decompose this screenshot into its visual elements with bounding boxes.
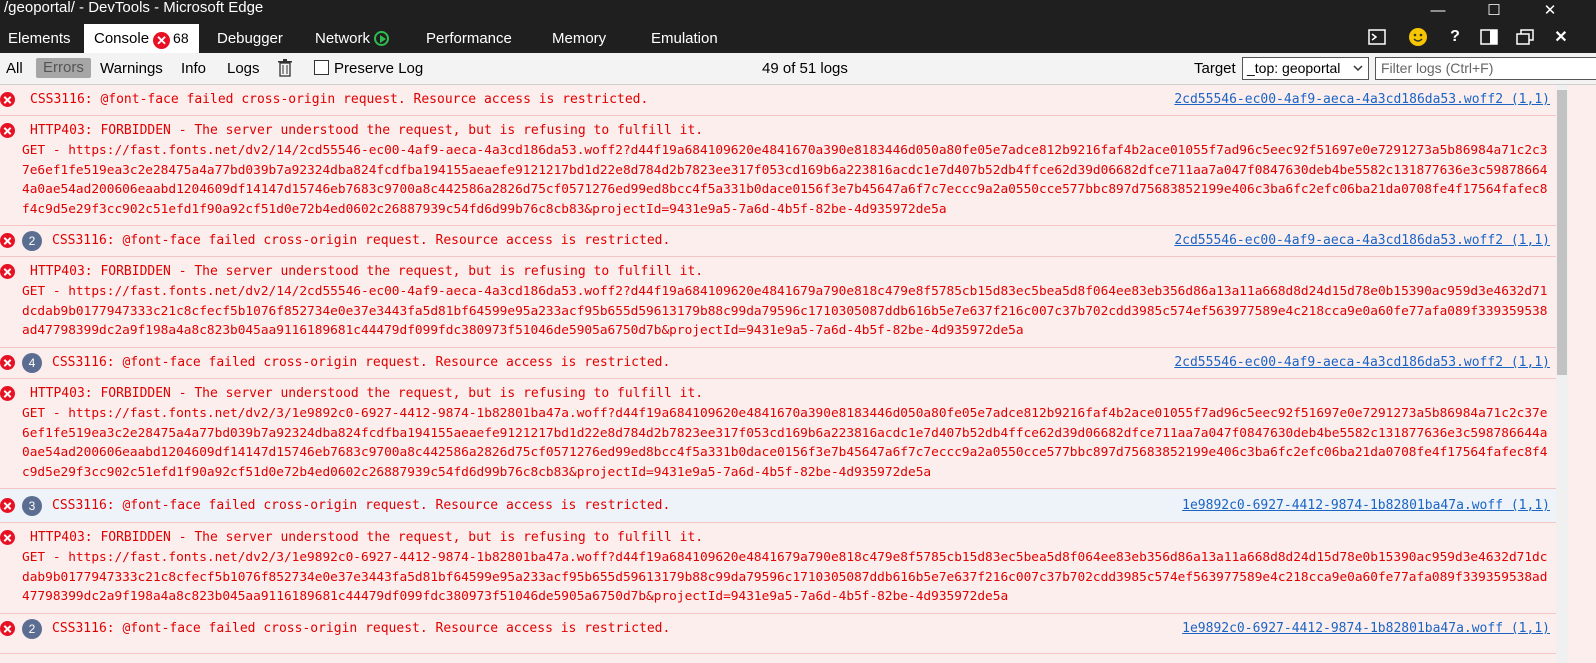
- log-entry: 3 CSS3116: @font-face failed cross-origi…: [0, 489, 1556, 523]
- error-icon: [0, 233, 15, 248]
- log-message: CSS3116: @font-face failed cross-origin …: [52, 621, 671, 636]
- log-entry: HTTP403: FORBIDDEN - The server understo…: [0, 257, 1556, 348]
- console-toolbar: All Errors Warnings Info Logs Preserve L…: [0, 53, 1596, 85]
- window-title: /geoportal/ - DevTools - Microsoft Edge: [4, 0, 264, 16]
- log-entry: CSS3116: @font-face failed cross-origin …: [0, 85, 1556, 116]
- log-message: HTTP403: FORBIDDEN - The server understo…: [30, 386, 704, 401]
- window-titlebar: /geoportal/ - DevTools - Microsoft Edge …: [0, 0, 1596, 24]
- log-message: HTTP403: FORBIDDEN - The server understo…: [30, 264, 704, 279]
- target-select[interactable]: _top: geoportal: [1242, 57, 1369, 80]
- log-scrollbar-thumb[interactable]: [1557, 90, 1567, 375]
- log-detail: GET - https://fast.fonts.net/dv2/3/1e989…: [22, 406, 1548, 480]
- error-icon: [0, 530, 15, 545]
- log-source-link[interactable]: 2cd55546-ec00-4af9-aeca-4a3cd186da53.wof…: [1174, 353, 1550, 373]
- tab-console[interactable]: Console ✕ 68: [84, 24, 199, 53]
- log-message: CSS3116: @font-face failed cross-origin …: [30, 92, 649, 107]
- tab-console-error-count: 68: [173, 30, 189, 46]
- tab-performance[interactable]: Performance: [426, 24, 512, 53]
- help-icon[interactable]: ?: [1442, 26, 1468, 48]
- log-entry: HTTP403: FORBIDDEN - The server understo…: [0, 116, 1556, 226]
- error-icon: ✕: [153, 32, 171, 49]
- tab-network[interactable]: Network: [315, 24, 390, 53]
- terminal-icon[interactable]: [1364, 26, 1390, 48]
- filter-logs[interactable]: Logs: [227, 60, 260, 78]
- log-source-link[interactable]: 2cd55546-ec00-4af9-aeca-4a3cd186da53.wof…: [1174, 231, 1550, 251]
- error-icon: [0, 386, 15, 401]
- target-select-value: _top: geoportal: [1247, 60, 1341, 76]
- log-entry: 2 CSS3116: @font-face failed cross-origi…: [0, 614, 1556, 654]
- error-icon: [0, 355, 15, 370]
- log-entry: 2 CSS3116: @font-face failed cross-origi…: [0, 226, 1556, 257]
- log-entry: HTTP403: FORBIDDEN - The server understo…: [0, 523, 1556, 614]
- repeat-count-badge: 2: [22, 619, 42, 639]
- log-message: CSS3116: @font-face failed cross-origin …: [52, 233, 671, 248]
- error-icon: [0, 621, 15, 636]
- log-entry: HTTP403: FORBIDDEN - The server understo…: [0, 379, 1556, 489]
- close-window-button[interactable]: ✕: [1530, 0, 1570, 20]
- filter-all[interactable]: All: [6, 60, 23, 78]
- tab-console-label: Console: [94, 30, 150, 47]
- filter-warnings[interactable]: Warnings: [100, 60, 163, 78]
- log-detail: GET - https://fast.fonts.net/dv2/14/2cd5…: [22, 284, 1548, 339]
- log-source-link[interactable]: 1e9892c0-6927-4412-9874-1b82801ba47a.wof…: [1182, 496, 1550, 516]
- log-detail: GET - https://fast.fonts.net/dv2/3/1e989…: [22, 550, 1548, 605]
- error-icon: [0, 498, 15, 513]
- undock-icon[interactable]: [1512, 26, 1538, 48]
- target-label: Target: [1194, 60, 1236, 77]
- log-counter: 49 of 51 logs: [762, 60, 848, 77]
- tab-memory[interactable]: Memory: [552, 24, 606, 53]
- log-right-gutter: [1568, 85, 1596, 663]
- tab-emulation[interactable]: Emulation: [651, 24, 718, 53]
- tab-debugger[interactable]: Debugger: [217, 24, 283, 53]
- console-log: CSS3116: @font-face failed cross-origin …: [0, 85, 1556, 663]
- minimize-button[interactable]: —: [1418, 0, 1458, 20]
- filter-info[interactable]: Info: [181, 60, 206, 78]
- filter-errors[interactable]: Errors: [36, 58, 91, 78]
- log-source-link[interactable]: 2cd55546-ec00-4af9-aeca-4a3cd186da53.wof…: [1174, 90, 1550, 110]
- log-message: HTTP403: FORBIDDEN - The server understo…: [30, 123, 704, 138]
- preserve-log-checkbox[interactable]: [314, 60, 329, 75]
- log-message: HTTP403: FORBIDDEN - The server understo…: [30, 530, 704, 545]
- clear-console-icon[interactable]: [278, 59, 292, 77]
- play-icon: [374, 31, 390, 46]
- chevron-down-icon: [1352, 58, 1364, 86]
- error-icon: [0, 264, 15, 279]
- error-icon: [0, 123, 15, 138]
- log-entry: 4 CSS3116: @font-face failed cross-origi…: [0, 348, 1556, 379]
- close-devtools-icon[interactable]: ✕: [1548, 26, 1574, 48]
- tab-elements[interactable]: Elements: [8, 24, 71, 53]
- repeat-count-badge: 2: [22, 231, 42, 251]
- filter-logs-input[interactable]: Filter logs (Ctrl+F): [1375, 57, 1596, 80]
- log-message: CSS3116: @font-face failed cross-origin …: [52, 498, 671, 513]
- log-source-link[interactable]: 1e9892c0-6927-4412-9874-1b82801ba47a.wof…: [1182, 619, 1550, 639]
- preserve-log-label: Preserve Log: [334, 60, 424, 77]
- maximize-button[interactable]: ☐: [1474, 0, 1514, 20]
- log-detail: GET - https://fast.fonts.net/dv2/14/2cd5…: [22, 143, 1548, 217]
- smiley-icon[interactable]: [1405, 26, 1431, 48]
- devtools-tabbar: Elements Console ✕ 68 Debugger Network Per…: [0, 24, 1596, 53]
- log-message: CSS3116: @font-face failed cross-origin …: [52, 355, 671, 370]
- error-icon: [0, 92, 15, 107]
- tab-network-label: Network: [315, 30, 371, 47]
- repeat-count-badge: 3: [22, 496, 42, 516]
- repeat-count-badge: 4: [22, 353, 42, 373]
- dock-icon[interactable]: [1476, 26, 1502, 48]
